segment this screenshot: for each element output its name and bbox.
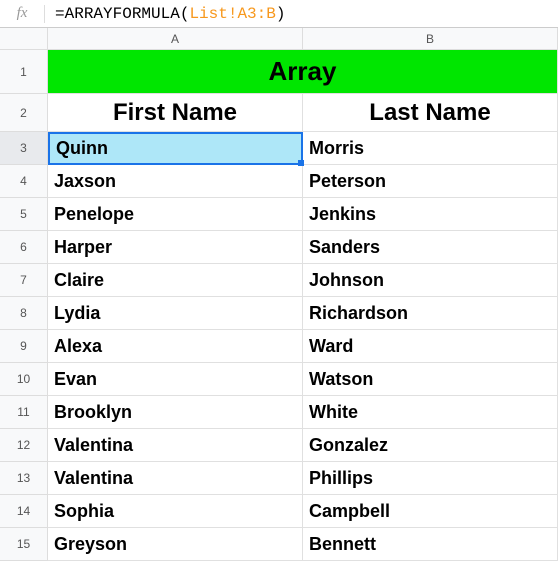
formula-fn-open: ARRAYFORMULA(: [65, 5, 190, 23]
row-5: 5 Penelope Jenkins: [0, 198, 558, 231]
cell-B11[interactable]: White: [303, 396, 558, 429]
row-header-7[interactable]: 7: [0, 264, 48, 297]
cell-A13[interactable]: Valentina: [48, 462, 303, 495]
spreadsheet-grid: A B 1 Array 2 First Name Last Name 3 Qui…: [0, 28, 558, 561]
row-2: 2 First Name Last Name: [0, 94, 558, 132]
row-header-12[interactable]: 12: [0, 429, 48, 462]
formula-bar: fx =ARRAYFORMULA(List!A3:B): [0, 0, 558, 28]
row-header-3[interactable]: 3: [0, 132, 48, 165]
cell-A1-B1-merged[interactable]: Array: [48, 50, 558, 94]
row-header-1[interactable]: 1: [0, 50, 48, 94]
column-headers: A B: [0, 28, 558, 50]
row-header-11[interactable]: 11: [0, 396, 48, 429]
row-header-9[interactable]: 9: [0, 330, 48, 363]
cell-B15[interactable]: Bennett: [303, 528, 558, 561]
cell-B3[interactable]: Morris: [303, 132, 558, 165]
cell-A5[interactable]: Penelope: [48, 198, 303, 231]
cell-B6[interactable]: Sanders: [303, 231, 558, 264]
row-11: 11 Brooklyn White: [0, 396, 558, 429]
row-header-14[interactable]: 14: [0, 495, 48, 528]
row-header-5[interactable]: 5: [0, 198, 48, 231]
cell-A4[interactable]: Jaxson: [48, 165, 303, 198]
column-header-A[interactable]: A: [48, 28, 303, 50]
cell-B2[interactable]: Last Name: [303, 94, 558, 132]
row-8: 8 Lydia Richardson: [0, 297, 558, 330]
row-10: 10 Evan Watson: [0, 363, 558, 396]
cell-A11[interactable]: Brooklyn: [48, 396, 303, 429]
cell-A8[interactable]: Lydia: [48, 297, 303, 330]
formula-input[interactable]: =ARRAYFORMULA(List!A3:B): [45, 5, 558, 23]
cell-B5[interactable]: Jenkins: [303, 198, 558, 231]
formula-ref: List!A3:B: [189, 5, 275, 23]
row-header-2[interactable]: 2: [0, 94, 48, 132]
fx-icon: fx: [0, 5, 44, 22]
cell-B13[interactable]: Phillips: [303, 462, 558, 495]
select-all-corner[interactable]: [0, 28, 48, 50]
cell-B7[interactable]: Johnson: [303, 264, 558, 297]
row-header-4[interactable]: 4: [0, 165, 48, 198]
cell-A6[interactable]: Harper: [48, 231, 303, 264]
row-9: 9 Alexa Ward: [0, 330, 558, 363]
formula-fn-close: ): [276, 5, 286, 23]
row-7: 7 Claire Johnson: [0, 264, 558, 297]
row-4: 4 Jaxson Peterson: [0, 165, 558, 198]
cell-B12[interactable]: Gonzalez: [303, 429, 558, 462]
column-header-B[interactable]: B: [303, 28, 558, 50]
row-header-10[interactable]: 10: [0, 363, 48, 396]
cell-A7[interactable]: Claire: [48, 264, 303, 297]
cell-A9[interactable]: Alexa: [48, 330, 303, 363]
cell-A15[interactable]: Greyson: [48, 528, 303, 561]
row-1: 1 Array: [0, 50, 558, 94]
row-13: 13 Valentina Phillips: [0, 462, 558, 495]
row-14: 14 Sophia Campbell: [0, 495, 558, 528]
cell-A14[interactable]: Sophia: [48, 495, 303, 528]
formula-eq: =: [55, 5, 65, 23]
row-12: 12 Valentina Gonzalez: [0, 429, 558, 462]
row-header-6[interactable]: 6: [0, 231, 48, 264]
cell-B8[interactable]: Richardson: [303, 297, 558, 330]
row-header-13[interactable]: 13: [0, 462, 48, 495]
cell-A10[interactable]: Evan: [48, 363, 303, 396]
cell-A3-selected[interactable]: Quinn: [48, 132, 303, 165]
cell-B14[interactable]: Campbell: [303, 495, 558, 528]
cell-B10[interactable]: Watson: [303, 363, 558, 396]
cell-A12[interactable]: Valentina: [48, 429, 303, 462]
row-3: 3 Quinn Morris: [0, 132, 558, 165]
cell-B4[interactable]: Peterson: [303, 165, 558, 198]
row-6: 6 Harper Sanders: [0, 231, 558, 264]
cell-B9[interactable]: Ward: [303, 330, 558, 363]
row-header-8[interactable]: 8: [0, 297, 48, 330]
row-header-15[interactable]: 15: [0, 528, 48, 561]
row-15: 15 Greyson Bennett: [0, 528, 558, 561]
cell-A2[interactable]: First Name: [48, 94, 303, 132]
